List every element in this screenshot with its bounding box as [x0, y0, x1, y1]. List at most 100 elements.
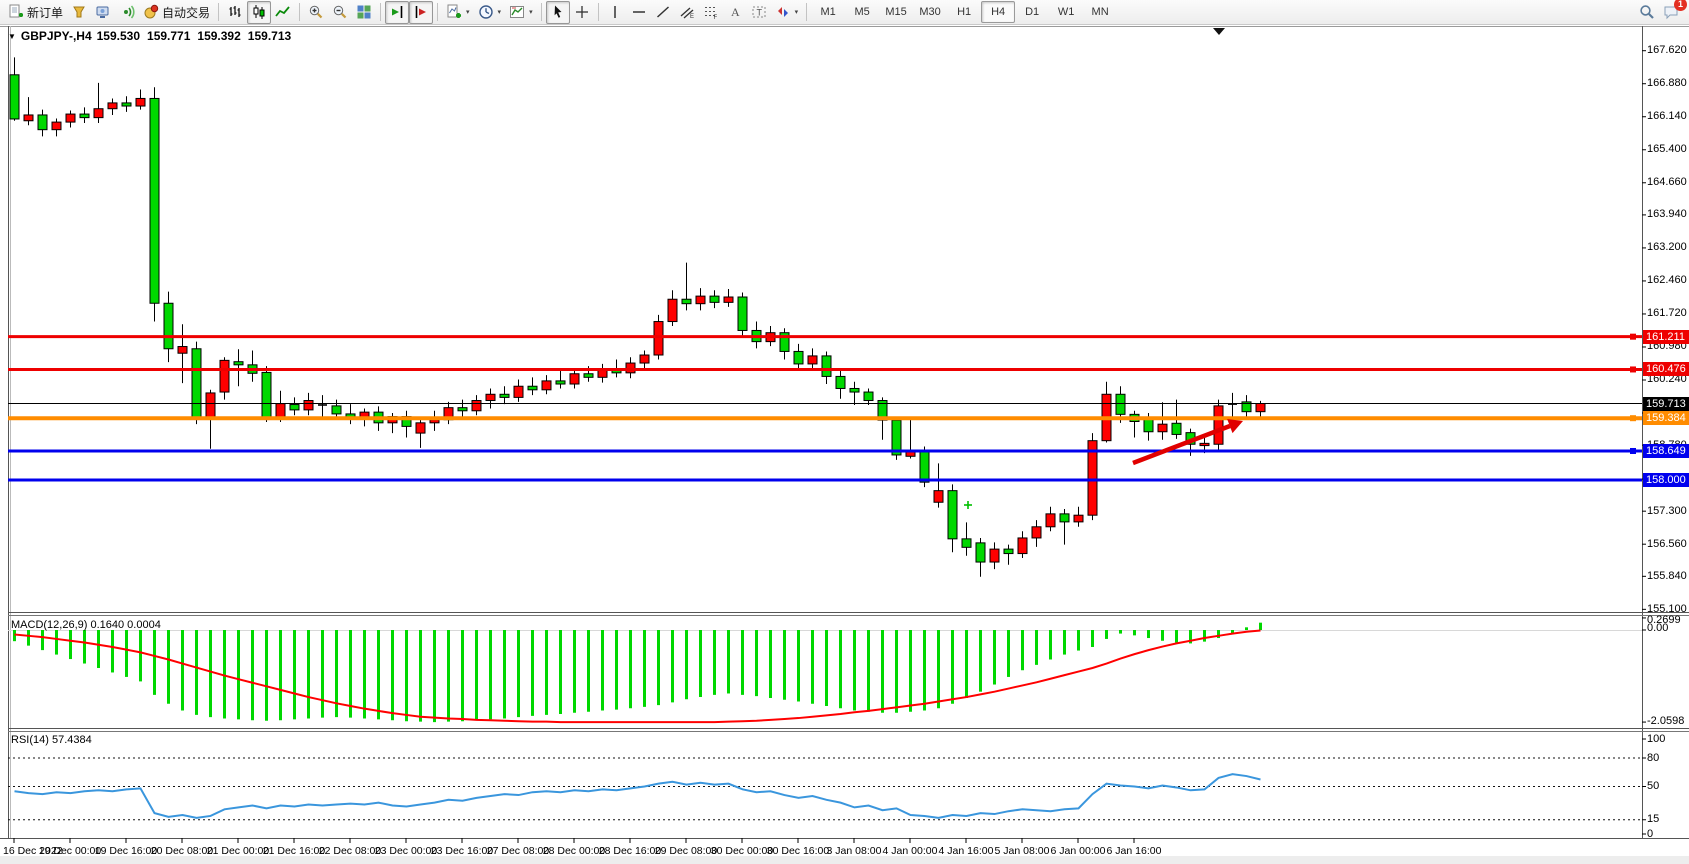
plus-marker-object[interactable] [964, 501, 972, 509]
timeframe-button-m1[interactable]: M1 [811, 1, 845, 23]
chart-window[interactable]: ▼ GBPJPY-,H4 159.530159.771159.392159.71… [0, 25, 1689, 864]
toolbar-separator [437, 3, 438, 21]
price-level-badge: 160.476 [1643, 362, 1689, 376]
terminal-icon [95, 4, 111, 20]
horizontal-line-button[interactable] [627, 1, 651, 24]
bar-chart-button[interactable] [223, 1, 247, 24]
chevron-down-icon: ▾ [795, 8, 799, 16]
chart-canvas[interactable] [0, 0, 1689, 864]
rsi-pane [8, 739, 1646, 834]
price-tick-label: 155.100 [1647, 603, 1687, 615]
vertical-line-button[interactable] [603, 1, 627, 24]
arrow-objects-button[interactable]: ▾ [771, 1, 803, 24]
timeframe-button-h1[interactable]: H1 [947, 1, 981, 23]
market-depth-icon [71, 4, 87, 20]
fibonacci-icon: F [703, 4, 719, 20]
tile-windows-icon [356, 4, 372, 20]
notification-badge: 1 [1674, 0, 1687, 11]
signals-button[interactable] [115, 1, 139, 24]
toolbar-separator [598, 3, 599, 21]
toolbar-separator [380, 3, 381, 21]
timeframe-button-w1[interactable]: W1 [1049, 1, 1083, 23]
zoom-in-icon [308, 4, 324, 20]
price-tick-label: 165.400 [1647, 143, 1687, 155]
chevron-down-icon: ▾ [498, 8, 502, 16]
time-axis-ticks [14, 838, 1134, 843]
price-level-badge: 159.384 [1643, 411, 1689, 425]
auto-scroll-button[interactable] [409, 1, 433, 24]
trendline-button[interactable] [651, 1, 675, 24]
new-order-button[interactable]: 新订单 [4, 1, 67, 24]
templates-button[interactable]: ▾ [505, 1, 537, 24]
zoom-out-button[interactable] [328, 1, 352, 24]
macd-scale-min: -2.0598 [1647, 715, 1684, 727]
chevron-down-icon: ▾ [466, 8, 470, 16]
timeframe-button-m15[interactable]: M15 [879, 1, 913, 23]
rsi-indicator-label: RSI(14) 57.4384 [11, 734, 92, 746]
symbol-dropdown-icon[interactable]: ▼ [8, 32, 16, 41]
fibonacci-button[interactable]: F [699, 1, 723, 24]
new-order-button-label: 新订单 [27, 4, 63, 21]
ohlc-open: 159.530 [97, 29, 140, 43]
new-order-icon [8, 4, 24, 20]
chart-end-marker-icon[interactable] [1213, 28, 1225, 35]
shift-end-icon [389, 4, 405, 20]
svg-text:T: T [756, 8, 762, 18]
ohlc-low: 159.392 [197, 29, 240, 43]
tile-windows-button[interactable] [352, 1, 376, 24]
timeframe-button-m5[interactable]: M5 [845, 1, 879, 23]
main-toolbar: 新订单 自动交易 ▾ ▾ ▾ E FA T ▾ M1M5M15M30H1H4D1W1MN 1 [0, 0, 1689, 25]
ohlc-high: 159.771 [147, 29, 190, 43]
market-depth-button[interactable] [67, 1, 91, 24]
timeframe-button-h4[interactable]: H4 [981, 1, 1015, 23]
zoom-in-button[interactable] [304, 1, 328, 24]
price-tick-label: 156.560 [1647, 538, 1687, 550]
periods-button[interactable]: ▾ [474, 1, 506, 24]
zoom-out-icon [332, 4, 348, 20]
svg-text:E: E [690, 14, 694, 20]
text-button[interactable]: A [723, 1, 747, 24]
timeframe-button-m30[interactable]: M30 [913, 1, 947, 23]
toolbar-separator [218, 3, 219, 21]
rsi-scale-label: 100 [1647, 733, 1665, 745]
text-label-button[interactable]: T [747, 1, 771, 24]
price-tick-label: 155.840 [1647, 570, 1687, 582]
chevron-down-icon: ▾ [529, 8, 533, 16]
indicators-icon [446, 4, 462, 20]
rsi-scale-label: 0 [1647, 828, 1653, 840]
crosshair-icon [574, 4, 590, 20]
chart-shift-button[interactable] [385, 1, 409, 24]
rsi-scale-label: 15 [1647, 813, 1659, 825]
price-level-badge: 161.211 [1643, 330, 1689, 344]
rsi-scale-label: 50 [1647, 780, 1659, 792]
timeframe-button-mn[interactable]: MN [1083, 1, 1117, 23]
periods-icon [478, 4, 494, 20]
timeframe-button-d1[interactable]: D1 [1015, 1, 1049, 23]
autotrade-button[interactable]: 自动交易 [139, 1, 214, 24]
equidistant-channel-button[interactable]: E [675, 1, 699, 24]
trendline-icon [655, 4, 671, 20]
search-icon [1639, 4, 1655, 20]
search-button[interactable] [1635, 1, 1659, 24]
channel-icon: E [679, 4, 695, 20]
candlesticks [10, 57, 1265, 576]
price-level-badge: 158.000 [1643, 473, 1689, 487]
crosshair-button[interactable] [570, 1, 594, 24]
price-tick-label: 164.660 [1647, 176, 1687, 188]
cursor-button[interactable] [546, 1, 570, 24]
arrows-icon [775, 4, 791, 20]
svg-text:A: A [731, 5, 740, 19]
macd-scale-zero: 0.00 [1647, 622, 1668, 634]
price-tick-label: 163.940 [1647, 208, 1687, 220]
terminal-button[interactable] [91, 1, 115, 24]
line-chart-button[interactable] [271, 1, 295, 24]
macd-indicator-label: MACD(12,26,9) 0.1640 0.0004 [11, 619, 161, 631]
text-label-icon: T [751, 4, 767, 20]
chart-title: ▼ GBPJPY-,H4 159.530159.771159.392159.71… [8, 29, 291, 43]
indicators-button[interactable]: ▾ [442, 1, 474, 24]
bar-chart-icon [227, 4, 243, 20]
price-tick-label: 162.460 [1647, 274, 1687, 286]
price-tick-label: 163.200 [1647, 241, 1687, 253]
candle-chart-button[interactable] [247, 1, 271, 24]
chat-button[interactable]: 1 [1659, 1, 1683, 24]
